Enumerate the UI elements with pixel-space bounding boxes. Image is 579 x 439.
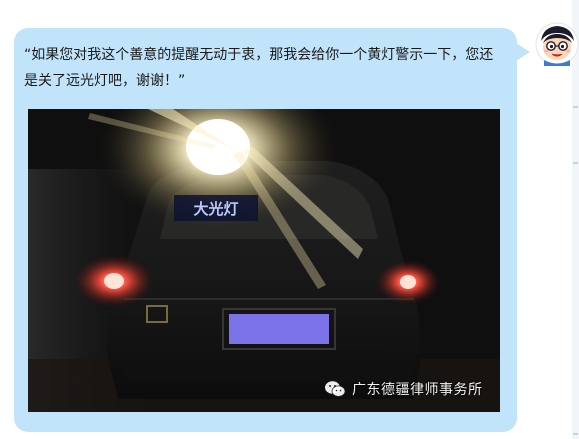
edge-marker: [573, 106, 578, 108]
wechat-icon: [325, 381, 346, 397]
tail-light-right-core: [400, 275, 416, 289]
license-plate-blur: [229, 314, 329, 344]
edge-marker: [573, 433, 578, 435]
message-bubble: “如果您对我这个善意的提醒无动于衷，那我会给你一个黄灯警示一下，您还是关了远光灯…: [14, 28, 517, 432]
rear-sign-text: 大光灯: [193, 200, 238, 218]
message-photo[interactable]: 大光灯 广东德疆律师事务所: [28, 109, 500, 412]
bubble-tail: [516, 43, 530, 61]
cartoon-avatar-icon[interactable]: [535, 22, 579, 66]
photo-watermark: 广东德疆律师事务所: [324, 377, 483, 401]
night-car-photo: 大光灯: [28, 109, 500, 412]
watermark-text: 广东德疆律师事务所: [352, 382, 483, 398]
chat-page: “如果您对我这个善意的提醒无动于衷，那我会给你一个黄灯警示一下，您还是关了远光灯…: [0, 0, 579, 439]
edge-marker: [573, 162, 578, 164]
tail-light-left-core: [104, 273, 124, 289]
message-text: “如果您对我这个善意的提醒无动于衷，那我会给你一个黄灯警示一下，您还是关了远光灯…: [24, 47, 494, 89]
